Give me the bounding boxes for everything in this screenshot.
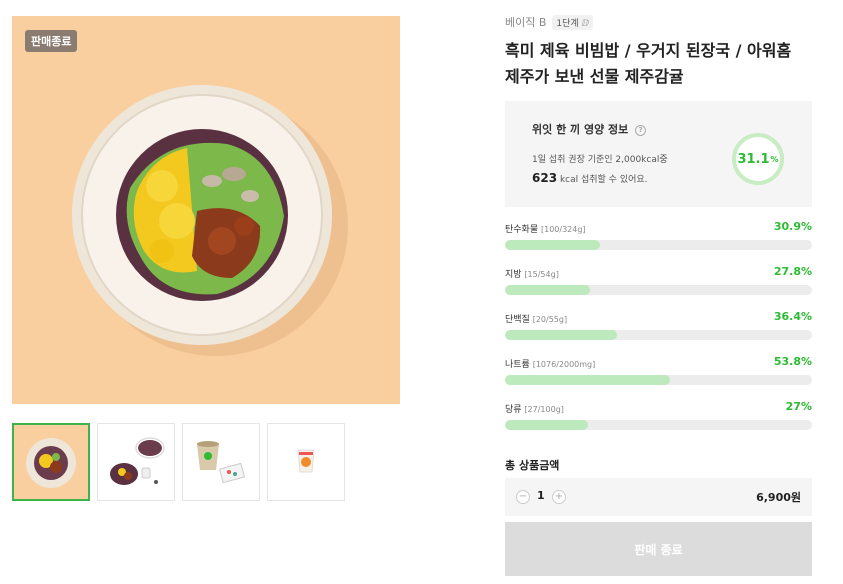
bowl-thumb-icon: [14, 425, 88, 499]
nutrient-name: 단백질 [20/55g]: [505, 312, 567, 325]
nutrient-bar-fill: [505, 330, 617, 340]
info-icon: ⅅ: [581, 18, 589, 29]
total-price: 6,900원: [756, 491, 801, 504]
ring-percent-unit: %: [770, 154, 779, 164]
nutrient-label: 나트륨: [505, 360, 530, 370]
brand-row: 베이직 B 1단계 ⅅ: [505, 14, 593, 30]
thumbnail-soup-cup[interactable]: [182, 423, 260, 501]
nutrient-percent: 53.8%: [773, 355, 812, 368]
quantity-decrease-button[interactable]: −: [516, 490, 530, 504]
nutrient-label: 탄수화물: [505, 225, 539, 235]
nutrient-bar-fill: [505, 420, 588, 430]
nutrient-name: 탄수화물 [100/324g]: [505, 222, 586, 235]
nutrient-name: 지방 [15/54g]: [505, 267, 559, 280]
nutrient-detail: [1076/2000mg]: [532, 360, 596, 369]
step-tag-label: 1단계: [556, 18, 579, 29]
nutrient-percent: 27%: [785, 400, 812, 413]
nutrient-label: 지방: [505, 270, 522, 280]
nutrition-title-text: 위잇 한 끼 영양 정보: [532, 123, 629, 136]
nutrient-bar-fill: [505, 285, 591, 295]
nutrient-label: 단백질: [505, 315, 530, 325]
quantity-value: 1: [537, 489, 545, 502]
kcal-value: 623: [532, 171, 558, 185]
product-title: 흑미 제육 비빔밥 / 우거지 된장국 / 아워홈 제주가 보낸 선물 제주감귤: [505, 41, 792, 86]
thumbnail-bowl-set[interactable]: [97, 423, 175, 501]
bibimbap-bowl-illustration: [72, 85, 348, 356]
nutrition-title: 위잇 한 끼 영양 정보 ?: [532, 121, 647, 137]
meal-set-thumb-icon: [110, 437, 165, 485]
sold-out-badge: 판매종료: [25, 30, 78, 52]
sold-out-button[interactable]: 판매 종료: [505, 522, 812, 576]
quantity-price-box: − 1 + 6,900원: [505, 478, 812, 516]
nutrient-row: 탄수화물 [100/324g] 30.9%: [505, 220, 812, 265]
nutrient-bars: 탄수화물 [100/324g] 30.9% 지방 [15/54g] 27.8% 단백질 …: [505, 220, 812, 445]
nutrient-name: 당류 [27/100g]: [505, 402, 564, 415]
thumbnail-tangerine-pack[interactable]: [267, 423, 345, 501]
nutrient-bar-fill: [505, 240, 600, 250]
nutrient-detail: [20/55g]: [532, 315, 568, 324]
nutrient-row: 지방 [15/54g] 27.8%: [505, 265, 812, 310]
quantity-increase-button[interactable]: +: [552, 490, 566, 504]
ring-percent-label: 31.1%: [731, 132, 785, 186]
nutrient-name: 나트륨 [1076/2000mg]: [505, 357, 595, 370]
kcal-suffix: kcal 섭취할 수 있어요.: [559, 175, 648, 185]
thumbnail-strip: [12, 423, 345, 501]
nutrient-detail: [15/54g]: [524, 270, 559, 279]
nutrient-percent: 30.9%: [773, 220, 812, 233]
nutrition-summary: 위잇 한 끼 영양 정보 ? 1일 섭취 권장 기준인 2,000kcal중 6…: [505, 101, 812, 207]
soup-cup-thumb-icon: [197, 441, 246, 484]
ring-percent-value: 31.1: [737, 151, 770, 167]
thumbnail-bowl-top[interactable]: [12, 423, 90, 501]
nutrient-detail: [27/100g]: [524, 405, 564, 414]
nutrient-detail: [100/324g]: [541, 225, 586, 234]
nutrient-row: 단백질 [20/55g] 36.4%: [505, 310, 812, 355]
tangerine-pack-thumb-icon: [297, 449, 315, 473]
total-price-label: 총 상품금액: [505, 459, 560, 472]
main-product-image: 판매종료: [12, 16, 400, 404]
nutrient-label: 당류: [505, 405, 522, 415]
step-tag: 1단계 ⅅ: [552, 14, 593, 30]
nutrient-row: 나트륨 [1076/2000mg] 53.8%: [505, 355, 812, 400]
nutrient-bar-track: [505, 240, 812, 250]
nutrient-percent: 36.4%: [773, 310, 812, 323]
nutrient-bar-track: [505, 330, 812, 340]
help-icon[interactable]: ?: [635, 124, 647, 136]
nutrient-bar-track: [505, 285, 812, 295]
nutrient-bar-track: [505, 420, 812, 430]
nutrient-bar-track: [505, 375, 812, 385]
nutrient-bar-fill: [505, 375, 671, 385]
nutrient-row: 당류 [27/100g] 27%: [505, 400, 812, 445]
brand-name: 베이직 B: [505, 16, 547, 29]
kcal-line: 623 kcal 섭취할 수 있어요.: [532, 171, 648, 185]
nutrition-subtitle: 1일 섭취 권장 기준인 2,000kcal중: [532, 155, 668, 165]
nutrient-percent: 27.8%: [773, 265, 812, 278]
